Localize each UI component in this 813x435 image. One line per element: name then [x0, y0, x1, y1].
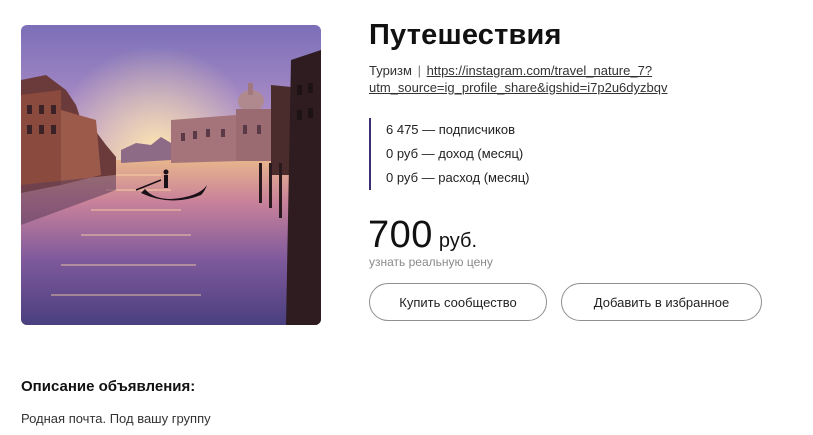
price: 700 руб.: [368, 214, 477, 257]
instagram-link-line1: https://instagram.com/travel_nature_7?: [426, 63, 653, 78]
buy-community-button[interactable]: Купить сообщество: [369, 283, 547, 321]
price-currency: руб.: [438, 230, 478, 252]
category-label: Туризм: [369, 63, 412, 78]
instagram-link[interactable]: https://instagram.com/travel_nature_7?ut…: [369, 63, 667, 95]
listing-page: Путешествия Туризм | https://instagram.c…: [0, 0, 813, 435]
listing-title: Путешествия: [369, 19, 562, 51]
description-heading: Описание объявления:: [21, 378, 196, 395]
listing-meta: Туризм | https://instagram.com/travel_na…: [369, 62, 709, 96]
real-price-link[interactable]: узнать реальную цену: [369, 255, 493, 269]
price-amount: 700: [368, 214, 433, 256]
description-text: Родная почта. Под вашу группу: [21, 411, 211, 426]
stat-expense: 0 руб — расход (месяц): [386, 170, 530, 185]
add-to-favorites-button[interactable]: Добавить в избранное: [561, 283, 762, 321]
stats-block: 6 475 — подписчиков 0 руб — доход (месяц…: [369, 118, 530, 190]
stat-income: 0 руб — доход (месяц): [386, 146, 524, 161]
listing-image: [21, 25, 321, 325]
instagram-link-line2: utm_source=ig_profile_share&igshid=i7p2u…: [369, 80, 668, 95]
stat-subscribers: 6 475 — подписчиков: [386, 122, 515, 137]
meta-separator: |: [417, 63, 421, 78]
venice-canal-image: [21, 25, 321, 325]
